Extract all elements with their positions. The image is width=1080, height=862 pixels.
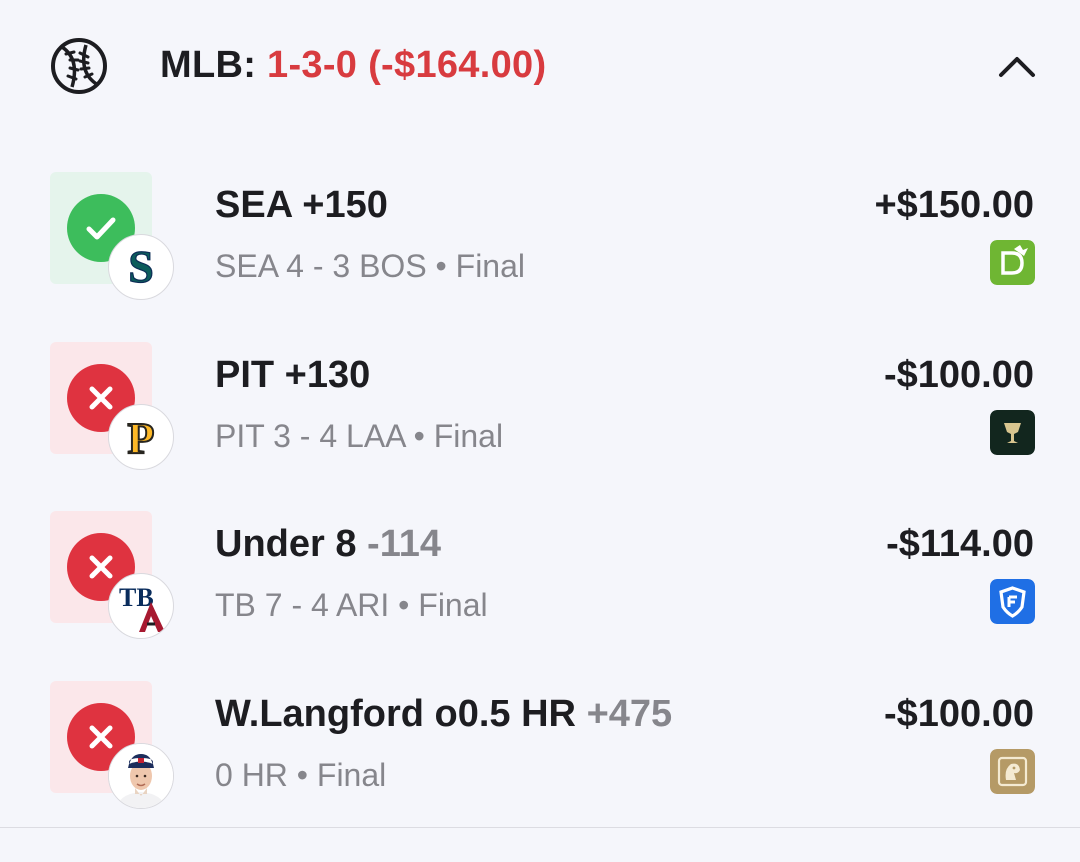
section-divider [0,827,1080,828]
pirates-logo-icon: P [108,404,174,470]
hard-rock-bet-logo-icon [990,410,1035,455]
record-summary: 1-3-0 (-$164.00) [267,44,547,86]
player-headshot-icon [108,743,174,809]
svg-text:S: S [128,241,154,292]
game-result: TB 7 - 4 ARI • Final [215,587,488,623]
bet-row[interactable]: W.Langford o0.5 HR +475 0 HR • Final -$1… [0,681,1080,831]
game-result: SEA 4 - 3 BOS • Final [215,248,525,284]
league-record-title: MLB: 1-3-0 (-$164.00) [160,44,546,87]
chevron-up-icon[interactable] [996,50,1038,80]
svg-text:P: P [128,414,155,463]
bet-row[interactable]: S SEA +150 SEA 4 - 3 BOS • Final +$150.0… [0,172,1080,322]
draftkings-logo-icon [990,240,1035,285]
bet-amount: -$100.00 [883,693,1034,735]
league-section-header[interactable]: MLB: 1-3-0 (-$164.00) [0,0,1080,130]
bet-row[interactable]: TB Under 8 -114 TB 7 - 4 ARI • Final -$1… [0,511,1080,661]
game-result: PIT 3 - 4 LAA • Final [215,418,504,454]
bet-amount: -$100.00 [883,354,1034,396]
bet-amount: -$114.00 [886,523,1034,565]
baseball-icon [50,37,108,95]
bet-title: Under 8 -114 [215,523,442,565]
bet-amount: +$150.00 [874,184,1034,226]
game-result: 0 HR • Final [215,757,387,793]
league-label: MLB: [160,44,268,86]
bet-row[interactable]: P PIT +130 PIT 3 - 4 LAA • Final -$100.0… [0,342,1080,492]
bet-title: PIT +130 [215,354,371,396]
mariners-logo-icon: S [108,234,174,300]
betmgm-logo-icon [990,749,1035,794]
bet-title: W.Langford o0.5 HR +475 [215,693,673,735]
rays-diamondbacks-logo-icon: TB [108,573,174,639]
fanduel-logo-icon [990,579,1035,624]
svg-text:TB: TB [119,583,154,612]
bet-title: SEA +150 [215,184,388,226]
